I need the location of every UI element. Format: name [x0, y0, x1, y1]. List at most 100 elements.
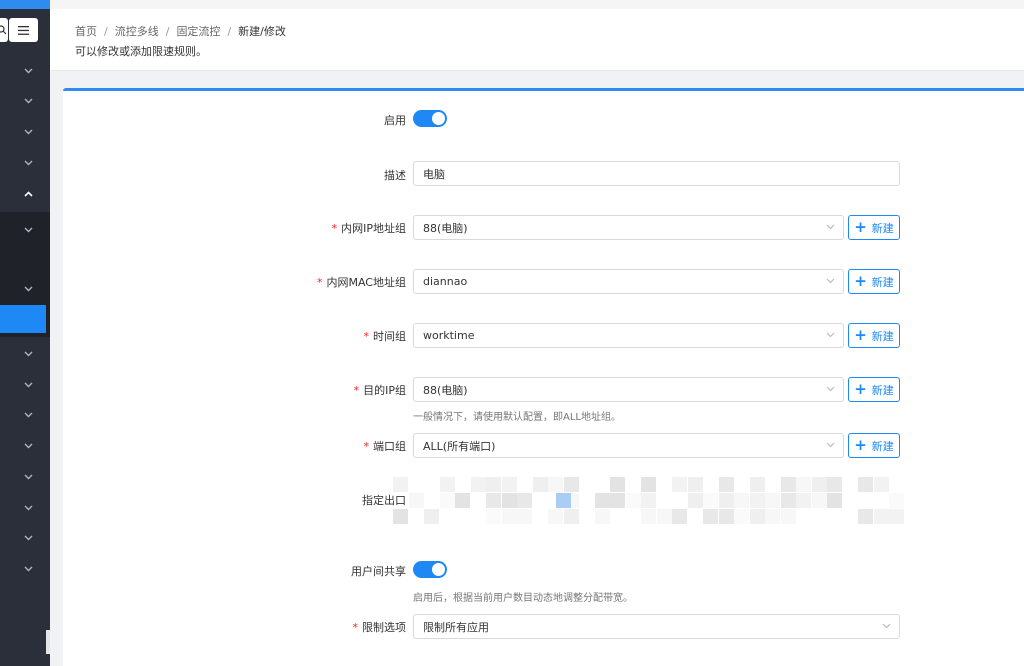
- switch-knob: [432, 112, 445, 125]
- dest-ip-group-new-button[interactable]: + 新建: [848, 377, 900, 402]
- mac-group-select[interactable]: diannao: [413, 269, 844, 294]
- blur-pixel: [610, 477, 625, 492]
- chevron-down-icon: [826, 278, 835, 284]
- blur-pixel: [532, 477, 548, 492]
- blur-pixel: [548, 477, 563, 492]
- blur-pixel: [749, 493, 765, 508]
- blur-pixel: [563, 477, 579, 492]
- ip-group-value: 88(电脑): [423, 221, 468, 235]
- sidebar-item-7[interactable]: [22, 379, 34, 391]
- blur-pixel: [858, 509, 873, 524]
- port-group-value: ALL(所有端口): [423, 439, 496, 453]
- blur-pixel: [718, 493, 734, 508]
- port-group-select[interactable]: ALL(所有端口): [413, 433, 844, 458]
- limit-value: 限制所有应用: [423, 620, 489, 634]
- sidebar-item-6[interactable]: [22, 348, 34, 360]
- blur-pixel: [718, 477, 734, 492]
- sidebar-item-11[interactable]: [22, 502, 34, 514]
- enable-label: 启用: [384, 114, 406, 127]
- blur-pixel: [672, 509, 687, 524]
- blur-pixel: [563, 509, 579, 524]
- sidebar-scrollbar[interactable]: [46, 630, 50, 654]
- plus-icon: +: [854, 435, 867, 454]
- chevron-down-icon: [24, 474, 32, 480]
- blur-pixel: [470, 477, 486, 492]
- description-input[interactable]: 电脑: [413, 161, 900, 186]
- blur-pixel: [780, 493, 796, 508]
- blur-pixel: [687, 493, 703, 508]
- enable-switch[interactable]: [413, 110, 447, 127]
- page-description: 可以修改或添加限速规则。: [75, 45, 207, 58]
- chevron-down-icon: [24, 98, 32, 104]
- blur-pixel: [656, 509, 672, 524]
- blur-pixel: [796, 493, 811, 508]
- sidebar-item-13[interactable]: [22, 563, 34, 575]
- sidebar-subitem-2[interactable]: [22, 283, 34, 295]
- switch-knob: [432, 563, 445, 576]
- blur-pixel: [672, 477, 687, 492]
- sidebar-item-active[interactable]: [0, 305, 46, 333]
- breadcrumb-multiline[interactable]: 流控多线: [115, 25, 159, 38]
- outlet-blurred-area: [393, 477, 904, 525]
- form-card: 启用 描述 电脑 * 内网IP地址组 88(电脑) + 新建 * 内网MAC地址组 d…: [63, 88, 1024, 666]
- time-group-label: * 时间组: [363, 330, 407, 343]
- blur-pixel: [718, 509, 734, 524]
- sidebar-item-8[interactable]: [22, 409, 34, 421]
- sidebar-item-1[interactable]: [22, 65, 34, 77]
- sidebar-top-accent: [0, 0, 50, 9]
- sidebar-toggle-button[interactable]: [9, 18, 38, 42]
- chevron-down-icon: [24, 286, 32, 292]
- share-hint: 启用后，根据当前用户数目动态地调整分配带宽。: [413, 593, 633, 604]
- chevron-down-icon: [882, 623, 891, 629]
- sidebar-item-4[interactable]: [22, 157, 34, 169]
- breadcrumb-separator: /: [165, 25, 170, 38]
- time-group-select[interactable]: worktime: [413, 323, 844, 348]
- limit-select[interactable]: 限制所有应用: [413, 614, 900, 639]
- blur-pixel: [517, 493, 532, 508]
- top-strip: [50, 0, 1024, 9]
- blur-pixel: [734, 493, 749, 508]
- blur-pixel: [641, 493, 656, 508]
- ip-group-select[interactable]: 88(电脑): [413, 215, 844, 240]
- sidebar-item-2[interactable]: [22, 95, 34, 107]
- dest-ip-group-select[interactable]: 88(电脑): [413, 377, 844, 402]
- chevron-down-icon: [24, 160, 32, 166]
- blur-pixel: [501, 509, 517, 524]
- time-group-new-button[interactable]: + 新建: [848, 323, 900, 348]
- breadcrumb-separator: /: [104, 25, 108, 38]
- blur-pixel: [703, 493, 718, 508]
- description-value: 电脑: [423, 167, 445, 181]
- mac-group-new-button[interactable]: + 新建: [848, 269, 900, 294]
- limit-label: * 限制选项: [352, 621, 407, 634]
- blur-pixel: [703, 509, 718, 524]
- search-icon: [0, 25, 7, 35]
- blur-pixel: [765, 493, 780, 508]
- port-group-new-button[interactable]: + 新建: [848, 433, 900, 458]
- sidebar-item-3[interactable]: [22, 126, 34, 138]
- blur-pixel: [827, 493, 842, 508]
- breadcrumb-fixed-flow[interactable]: 固定流控: [176, 25, 220, 38]
- blur-pixel: [501, 477, 517, 492]
- blur-pixel: [501, 493, 517, 508]
- sidebar-item-5-expanded[interactable]: [22, 188, 34, 200]
- blur-pixel: [780, 509, 796, 524]
- blur-pixel: [889, 493, 904, 508]
- chevron-down-icon: [24, 227, 32, 233]
- sidebar: [0, 0, 50, 666]
- sidebar-item-10[interactable]: [22, 471, 34, 483]
- description-label: 描述: [384, 169, 406, 182]
- chevron-down-icon: [24, 535, 32, 541]
- share-switch[interactable]: [413, 561, 447, 578]
- hamburger-icon: [18, 25, 29, 35]
- ip-group-new-button[interactable]: + 新建: [848, 215, 900, 240]
- sidebar-search-button[interactable]: [0, 18, 8, 42]
- sidebar-item-9[interactable]: [22, 440, 34, 452]
- breadcrumb-home[interactable]: 首页: [75, 25, 97, 38]
- blur-pixel: [641, 509, 656, 524]
- port-group-label: * 端口组: [363, 440, 407, 453]
- blur-pixel: [548, 509, 563, 524]
- sidebar-subitem-1[interactable]: [22, 224, 34, 236]
- plus-icon: +: [854, 217, 867, 236]
- sidebar-item-12[interactable]: [22, 532, 34, 544]
- blur-pixel: [749, 509, 765, 524]
